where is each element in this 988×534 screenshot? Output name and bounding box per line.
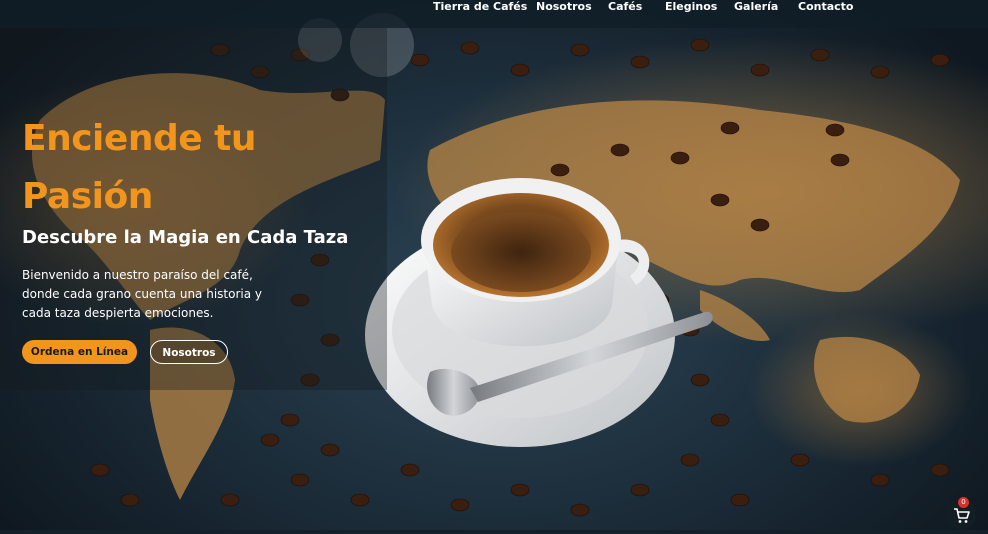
order-online-button[interactable]: Ordena en Línea xyxy=(22,340,137,364)
nav-link-cafes[interactable]: Cafés xyxy=(608,0,642,13)
nav-link-contacto[interactable]: Contacto xyxy=(798,0,853,13)
hero-description: Bienvenido a nuestro paraíso del café, d… xyxy=(22,268,262,320)
hero-title-line-1: Enciende tu xyxy=(22,118,257,159)
hero-subtitle: Descubre la Magia en Cada Taza xyxy=(22,227,349,248)
hero-title: Enciende tu Pasión xyxy=(22,110,257,226)
about-us-button[interactable]: Nosotros xyxy=(150,340,228,364)
top-navigation-bar: Tierra de Cafés Nosotros Cafés Eleginos … xyxy=(0,0,988,28)
nav-link-eleginos[interactable]: Eleginos xyxy=(665,0,717,13)
hero-title-line-2: Pasión xyxy=(22,176,153,217)
cart-count-badge: 0 xyxy=(958,497,969,508)
nav-link-tierra-de-cafes[interactable]: Tierra de Cafés xyxy=(433,0,527,13)
nav-link-nosotros[interactable]: Nosotros xyxy=(536,0,592,13)
nav-link-galeria[interactable]: Galería xyxy=(734,0,778,13)
